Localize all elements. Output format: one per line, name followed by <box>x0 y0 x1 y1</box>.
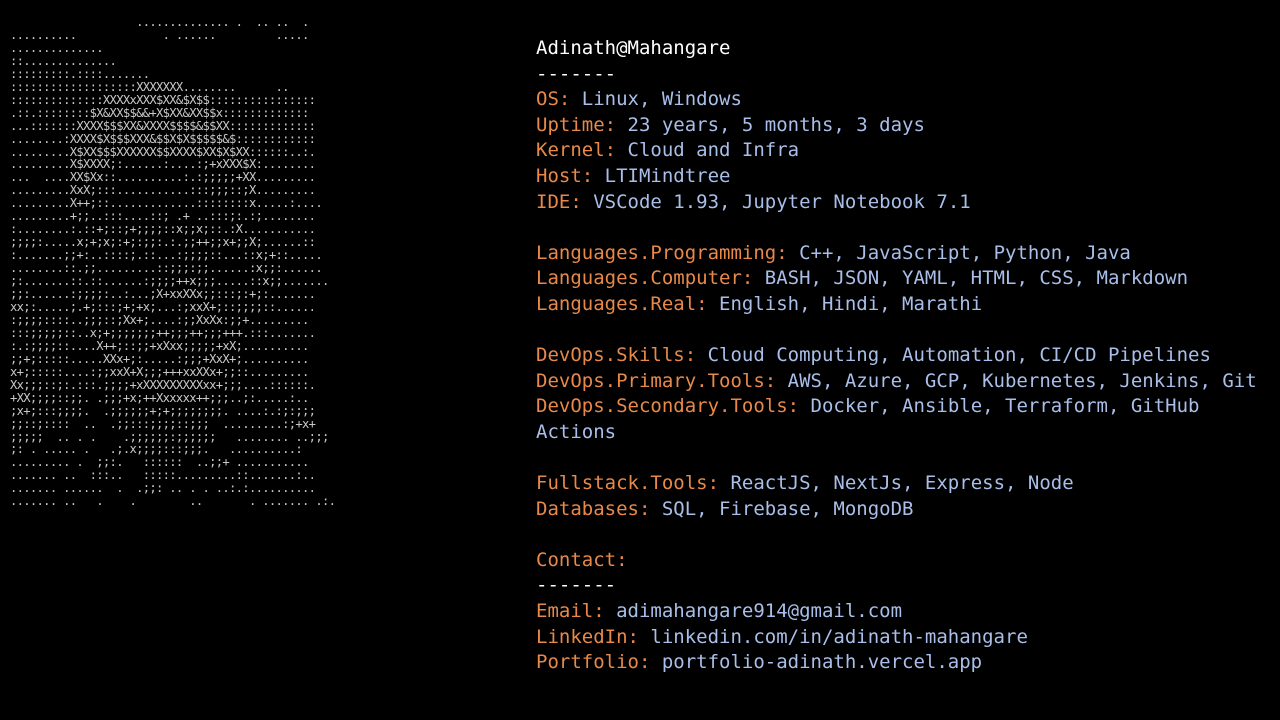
portfolio-link[interactable]: portfolio-adinath.vercel.app <box>650 651 982 673</box>
info-key: LinkedIn: <box>536 625 639 648</box>
info-key: Fullstack.Tools: <box>536 472 720 495</box>
info-key: Languages.Programming: <box>536 241 788 264</box>
info-row-languages-computer: Languages.Computer: BASH, JSON, YAML, HT… <box>536 266 1276 292</box>
info-row-languages-real: Languages.Real: English, Hindi, Marathi <box>536 292 1276 318</box>
info-row-os: OS: Linux, Windows <box>536 87 1276 113</box>
info-row-uptime: Uptime: 23 years, 5 months, 3 days <box>536 113 1276 139</box>
header-separator: ------- <box>536 62 617 85</box>
info-value: 23 years, 5 months, 3 days <box>616 113 925 136</box>
info-value: Cloud Computing, Automation, CI/CD Pipel… <box>696 344 1211 367</box>
info-value: BASH, JSON, YAML, HTML, CSS, Markdown <box>753 267 1189 290</box>
username-header: Adinath@Mahangare <box>536 37 731 59</box>
info-key: Kernel: <box>536 139 617 162</box>
profile-info-panel: Adinath@Mahangare ------- OS: Linux, Win… <box>536 36 1276 676</box>
info-key: Uptime: <box>536 113 617 136</box>
terminal-screen: .............. . .. .. . .......... . ..… <box>0 0 1280 720</box>
info-value: ReactJS, NextJs, Express, Node <box>719 472 1074 495</box>
info-key: Portfolio: <box>536 651 651 674</box>
info-row-databases: Databases: SQL, Firebase, MongoDB <box>536 497 1276 523</box>
info-value: Linux, Windows <box>570 88 742 111</box>
contact-section: Contact: ------- Email: adimahangare914@… <box>536 548 1276 676</box>
info-value: Cloud and Infra <box>616 139 800 162</box>
info-row-languages-programming: Languages.Programming: C++, JavaScript, … <box>536 241 1276 267</box>
info-key: Languages.Computer: <box>536 267 754 290</box>
info-row-kernel: Kernel: Cloud and Infra <box>536 138 1276 164</box>
fullstack-section: Fullstack.Tools: ReactJS, NextJs, Expres… <box>536 471 1276 522</box>
info-key: Email: <box>536 600 605 623</box>
devops-section: DevOps.Skills: Cloud Computing, Automati… <box>536 343 1276 445</box>
info-key: DevOps.Secondary.Tools: <box>536 395 800 418</box>
info-key: Databases: <box>536 497 651 520</box>
info-key: DevOps.Primary.Tools: <box>536 369 777 392</box>
info-row-portfolio: Portfolio: portfolio-adinath.vercel.app <box>536 650 1276 676</box>
info-key: Host: <box>536 164 594 187</box>
info-row-devops-skills: DevOps.Skills: Cloud Computing, Automati… <box>536 343 1276 369</box>
info-value: VSCode 1.93, Jupyter Notebook 7.1 <box>581 190 971 213</box>
info-key: DevOps.Skills: <box>536 344 697 367</box>
info-row-fullstack-tools: Fullstack.Tools: ReactJS, NextJs, Expres… <box>536 471 1276 497</box>
ascii-art-portrait: .............. . .. .. . .......... . ..… <box>10 16 336 509</box>
contact-title: Contact: <box>536 548 628 571</box>
info-key: IDE: <box>536 190 582 213</box>
linkedin-link[interactable]: linkedin.com/in/adinath-mahangare <box>639 626 1028 648</box>
info-key: Languages.Real: <box>536 292 708 315</box>
info-row-devops-secondary-tools: DevOps.Secondary.Tools: Docker, Ansible,… <box>536 394 1276 445</box>
languages-section: Languages.Programming: C++, JavaScript, … <box>536 241 1276 318</box>
info-value: English, Hindi, Marathi <box>707 292 983 315</box>
info-row-linkedin: LinkedIn: linkedin.com/in/adinath-mahang… <box>536 625 1276 651</box>
contact-separator: ------- <box>536 574 617 597</box>
info-value: C++, JavaScript, Python, Java <box>787 241 1131 264</box>
system-section: OS: Linux, Windows Uptime: 23 years, 5 m… <box>536 87 1276 215</box>
info-value: LTIMindtree <box>593 164 731 187</box>
info-row-ide: IDE: VSCode 1.93, Jupyter Notebook 7.1 <box>536 190 1276 216</box>
info-row-devops-primary-tools: DevOps.Primary.Tools: AWS, Azure, GCP, K… <box>536 369 1276 395</box>
info-key: OS: <box>536 88 571 111</box>
info-row-host: Host: LTIMindtree <box>536 164 1276 190</box>
info-row-email: Email: adimahangare914@gmail.com <box>536 599 1276 625</box>
info-value: AWS, Azure, GCP, Kubernetes, Jenkins, Gi… <box>776 369 1257 392</box>
info-value: SQL, Firebase, MongoDB <box>650 497 914 520</box>
email-link[interactable]: adimahangare914@gmail.com <box>605 600 902 622</box>
